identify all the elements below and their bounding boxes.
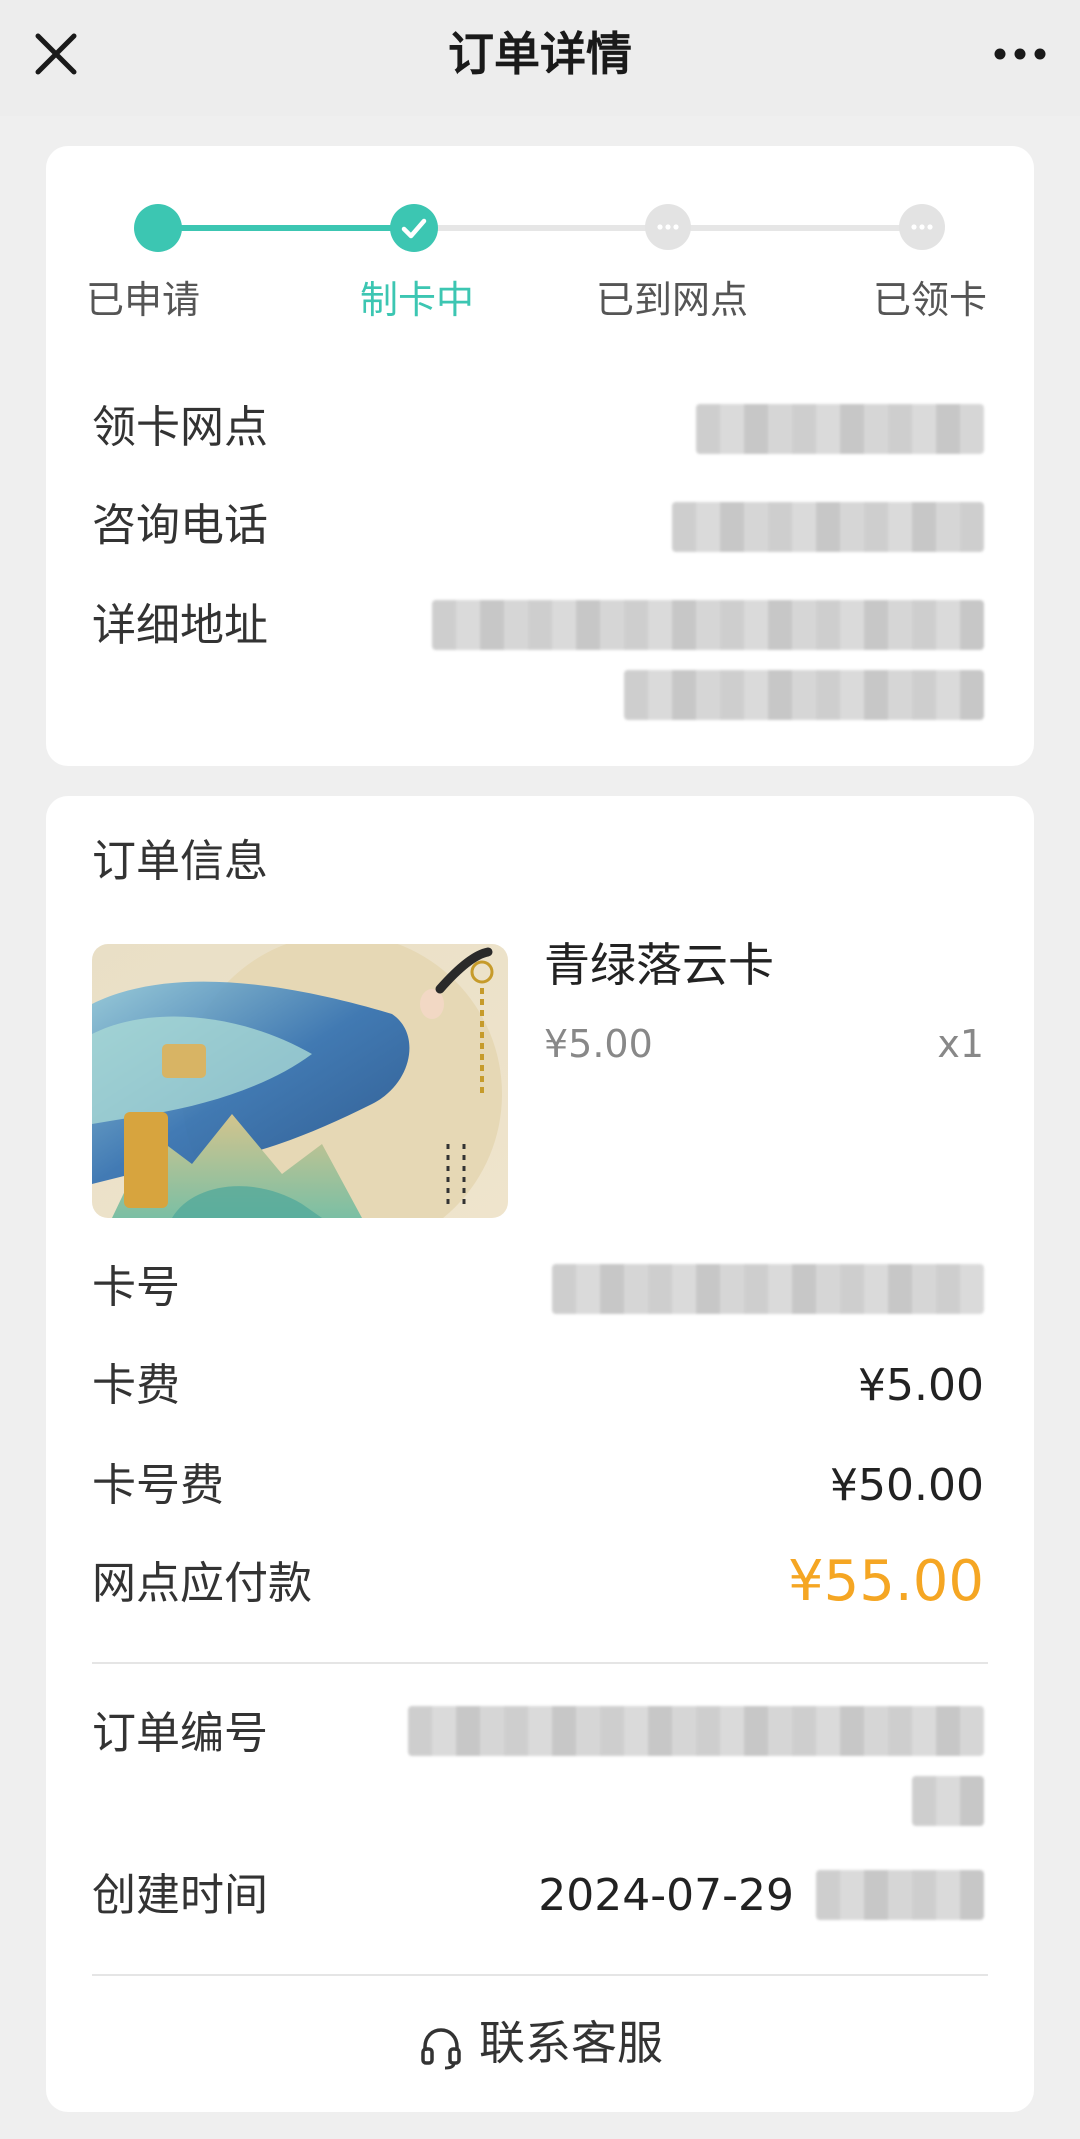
payable-value: ¥55.00 — [788, 1549, 984, 1614]
step-label-received: 已领卡 — [873, 278, 988, 322]
phone-value-redacted[interactable] — [672, 502, 984, 552]
created-time-redacted — [816, 1870, 984, 1920]
ellipsis-icon — [657, 224, 679, 230]
product-card-image — [92, 944, 508, 1218]
more-icon[interactable] — [988, 32, 1052, 76]
page-title: 订单详情 — [448, 27, 632, 81]
card-fee-value: ¥5.00 — [858, 1360, 984, 1411]
address-value-redacted-line1 — [432, 600, 984, 650]
number-fee-label: 卡号费 — [92, 1460, 224, 1511]
branch-label: 领卡网点 — [92, 402, 268, 453]
card-artwork — [92, 944, 508, 1218]
phone-label: 咨询电话 — [92, 500, 268, 551]
step-dot-applied — [134, 204, 182, 252]
card-number-redacted — [552, 1264, 984, 1314]
progress-line-done — [158, 225, 414, 231]
created-time-date: 2024-07-29 — [538, 1870, 794, 1921]
order-number-redacted-line1 — [408, 1706, 984, 1756]
order-number-redacted-line2 — [912, 1776, 984, 1826]
product-quantity: x1 — [937, 1022, 984, 1066]
payable-label: 网点应付款 — [92, 1558, 312, 1609]
card-fee-label: 卡费 — [92, 1360, 180, 1411]
number-fee-value: ¥50.00 — [830, 1460, 984, 1511]
ellipsis-icon — [911, 224, 933, 230]
step-label-arrived: 已到网点 — [596, 278, 749, 322]
contact-service-label: 联系客服 — [479, 2016, 663, 2070]
order-section-title: 订单信息 — [92, 836, 268, 887]
created-time-label: 创建时间 — [92, 1870, 268, 1921]
address-value-redacted-line2 — [624, 670, 984, 720]
product-name: 青绿落云卡 — [544, 938, 774, 992]
check-icon — [401, 218, 427, 239]
contact-service-button[interactable]: 联系客服 — [0, 2013, 1080, 2073]
address-label: 详细地址 — [92, 600, 268, 651]
headset-icon — [421, 2027, 461, 2069]
nav-bar: 订单详情 — [0, 0, 1080, 116]
step-label-making: 制卡中 — [360, 278, 475, 322]
card-number-label: 卡号 — [92, 1262, 180, 1313]
divider — [92, 1662, 988, 1664]
step-dot-making — [390, 204, 438, 252]
step-dot-received — [899, 204, 945, 250]
step-label-applied: 已申请 — [86, 278, 201, 322]
step-dot-arrived — [645, 204, 691, 250]
divider — [92, 1974, 988, 1976]
product-price: ¥5.00 — [544, 1022, 653, 1066]
branch-value-redacted — [696, 404, 984, 454]
order-number-label: 订单编号 — [92, 1708, 268, 1759]
